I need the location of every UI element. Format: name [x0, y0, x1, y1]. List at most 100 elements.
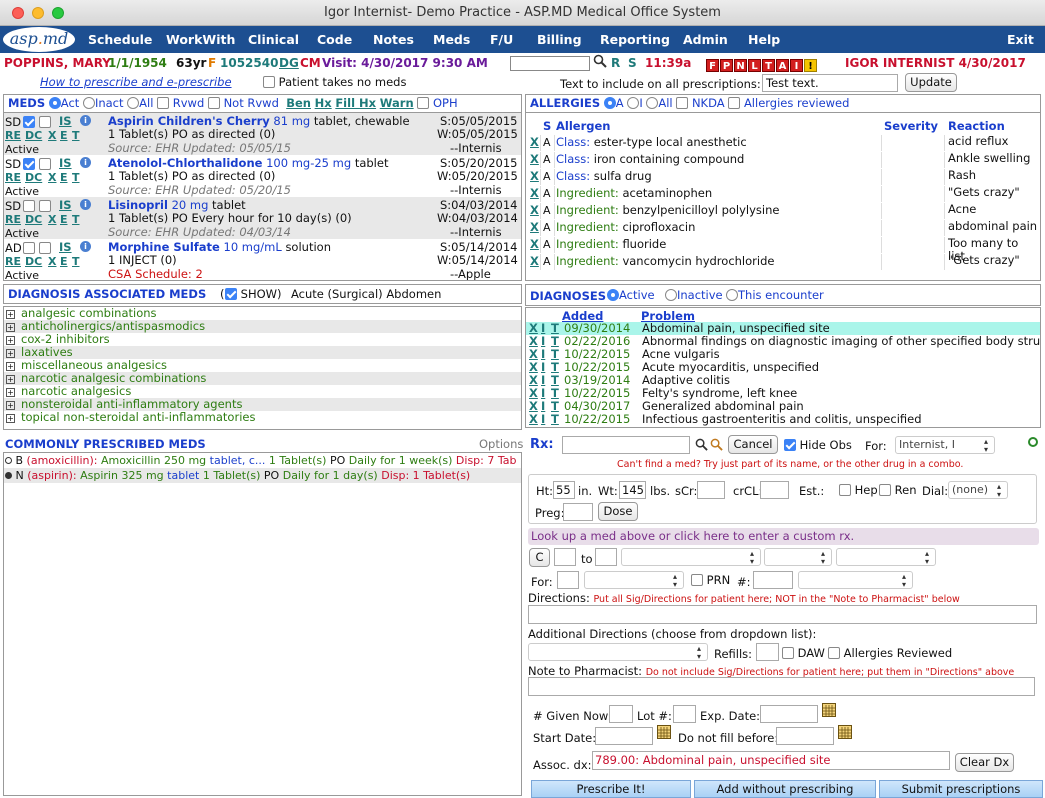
rx-search-input[interactable] — [562, 436, 690, 454]
rx-search-icon[interactable] — [695, 438, 708, 454]
med-dc-link[interactable]: DC — [25, 129, 42, 142]
weight-input[interactable]: 145 — [619, 481, 646, 499]
filter-inactive[interactable]: Inact — [82, 96, 124, 110]
info-icon[interactable]: i — [80, 157, 91, 168]
med-dc-link[interactable]: DC — [25, 255, 42, 268]
med-re-link[interactable]: RE — [5, 213, 21, 226]
med-select-checkbox[interactable] — [23, 241, 35, 255]
med-dc-link[interactable]: DC — [25, 171, 42, 184]
med-x-link[interactable]: X — [48, 171, 56, 184]
allergies-reviewed-rx-checkbox[interactable]: Allergies Reviewed — [828, 646, 952, 660]
allergy-name[interactable]: Ingredient: fluoride — [556, 237, 666, 251]
no-meds-checkbox[interactable]: Patient takes no meds — [263, 75, 406, 89]
expand-icon[interactable]: + — [6, 323, 15, 332]
warn-link[interactable]: Warn — [380, 96, 414, 110]
med-name-line[interactable]: Atenolol-Chlorthalidone 100 mg-25 mg tab… — [108, 156, 388, 170]
med-is-link[interactable]: IS — [59, 114, 72, 128]
dg-link[interactable]: DG — [279, 54, 299, 73]
common-med-row[interactable]: N (aspirin): Aspirin 325 mg tablet 1 Tab… — [4, 468, 521, 483]
cm-link[interactable]: CM — [300, 54, 321, 73]
med-dc-link[interactable]: DC — [25, 213, 42, 226]
duration-input[interactable] — [557, 571, 579, 589]
lot-input[interactable] — [673, 705, 696, 723]
allergy-delete-link[interactable]: X — [530, 186, 539, 200]
nav-reporting[interactable]: Reporting — [600, 26, 670, 53]
med-name-line[interactable]: Morphine Sulfate 10 mg/mL solution — [108, 240, 331, 254]
nav-billing[interactable]: Billing — [537, 26, 582, 53]
prn-checkbox[interactable]: PRN — [691, 573, 730, 587]
s-link[interactable]: S — [628, 54, 637, 73]
search-icon[interactable] — [593, 54, 607, 74]
filter-reviewed[interactable]: Rvwd — [157, 96, 204, 110]
allergy-name[interactable]: Class: iron containing compound — [556, 152, 744, 166]
daw-checkbox[interactable]: DAW — [782, 646, 825, 660]
med-name-line[interactable]: Aspirin Children's Cherry 81 mg tablet, … — [108, 114, 410, 128]
assoc-dx-input[interactable]: 789.00: Abdominal pain, unspecified site — [592, 751, 950, 770]
crcl-input[interactable] — [760, 481, 789, 499]
unit-select[interactable] — [621, 548, 761, 566]
ben-link[interactable]: Ben — [286, 96, 311, 110]
allergy-delete-link[interactable]: X — [530, 254, 539, 268]
expand-icon[interactable]: + — [6, 401, 15, 410]
allergy-delete-link[interactable]: X — [530, 169, 539, 183]
med-is-link[interactable]: IS — [59, 156, 72, 170]
alert-flags[interactable]: F P N L T A I! — [706, 56, 818, 75]
nav-fu[interactable]: F/U — [490, 26, 513, 53]
nofill-date-input[interactable] — [776, 727, 834, 745]
r-link[interactable]: R — [611, 54, 620, 73]
med-re-link[interactable]: RE — [5, 255, 21, 268]
disp-qty-input[interactable] — [753, 571, 793, 589]
nav-exit[interactable]: Exit — [1007, 26, 1034, 53]
hx-link[interactable]: Hx — [315, 96, 332, 110]
common-med-select[interactable] — [5, 457, 12, 464]
calendar-icon[interactable] — [822, 703, 836, 720]
med-e-link[interactable]: E — [60, 171, 68, 184]
qty-from-input[interactable] — [554, 548, 576, 566]
allergy-name[interactable]: Ingredient: benzylpenicilloyl polylysine — [556, 203, 779, 217]
dialysis-select[interactable]: (none) — [948, 481, 1008, 499]
allergy-delete-link[interactable]: X — [530, 135, 539, 149]
nav-schedule[interactable]: Schedule — [88, 26, 152, 53]
filter-not-reviewed[interactable]: Not Rvwd — [207, 96, 279, 110]
addl-directions-select[interactable] — [528, 643, 708, 661]
nkda-checkbox[interactable]: NKDA — [676, 96, 725, 110]
scr-input[interactable] — [697, 481, 725, 499]
med-review-checkbox[interactable] — [39, 157, 51, 171]
rx-add-icon[interactable] — [1028, 437, 1038, 447]
allergy-name[interactable]: Class: ester-type local anesthetic — [556, 135, 747, 149]
hep-checkbox[interactable]: Hep — [839, 483, 878, 497]
frequency-select[interactable] — [836, 548, 936, 566]
nav-notes[interactable]: Notes — [373, 26, 414, 53]
zoom-window-icon[interactable] — [52, 7, 64, 19]
allergies-reviewed-checkbox[interactable]: Allergies reviewed — [728, 96, 849, 110]
allergy-name[interactable]: Ingredient: ciprofloxacin — [556, 220, 695, 234]
expand-icon[interactable]: + — [6, 414, 15, 423]
howto-link[interactable]: How to prescribe and e-prescribe — [40, 75, 232, 89]
allergy-name[interactable]: Ingredient: vancomycin hydrochloride — [556, 254, 774, 268]
rx-search-tag-icon[interactable] — [710, 438, 723, 454]
custom-rx-link[interactable]: Look up a med above or click here to ent… — [528, 528, 1039, 545]
expand-icon[interactable]: + — [6, 336, 15, 345]
info-icon[interactable]: i — [80, 199, 91, 210]
rx-text-input[interactable]: Test text. — [762, 74, 898, 92]
refills-input[interactable] — [756, 643, 779, 661]
note-input[interactable] — [528, 677, 1035, 696]
med-re-link[interactable]: RE — [5, 129, 21, 142]
dx-i-link[interactable]: I — [541, 413, 545, 426]
aspmd-logo[interactable]: asp.md — [3, 27, 75, 52]
med-select-checkbox[interactable] — [23, 115, 35, 129]
exp-date-input[interactable] — [760, 705, 818, 723]
diagnosis-row[interactable]: X I T 10/22/2015 Infectious gastroenteritis … — [526, 413, 1040, 426]
med-select-checkbox[interactable] — [23, 199, 35, 213]
patient-name[interactable]: POPPINS, MARY — [4, 54, 111, 73]
allergy-filter-active[interactable]: A — [603, 96, 624, 110]
allergy-delete-link[interactable]: X — [530, 220, 539, 234]
nav-meds[interactable]: Meds — [433, 26, 470, 53]
med-t-link[interactable]: T — [72, 255, 80, 268]
dx-filter-active[interactable]: Active — [607, 288, 655, 302]
med-x-link[interactable]: X — [48, 129, 56, 142]
clear-dx-button[interactable]: Clear Dx — [955, 753, 1014, 772]
dx-filter-encounter[interactable]: This encounter — [726, 288, 824, 302]
med-t-link[interactable]: T — [72, 213, 80, 226]
info-icon[interactable]: i — [80, 241, 91, 252]
